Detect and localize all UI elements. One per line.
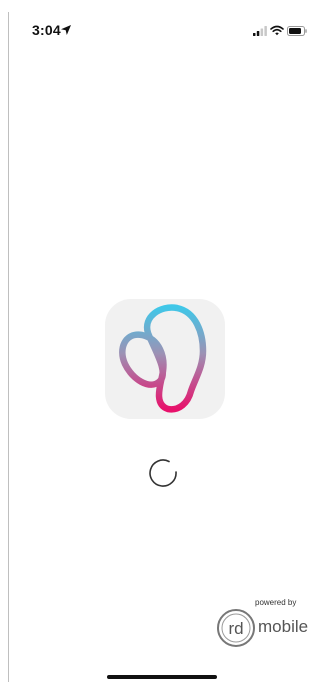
rdmobile-logo: rd mobile: [216, 608, 311, 650]
powered-by-label: powered by: [255, 598, 297, 607]
window-edge: [8, 12, 9, 682]
spinner-icon: [149, 459, 177, 487]
status-bar: 3:04: [0, 0, 311, 40]
logo-loop-icon: [119, 304, 207, 413]
splash-screen: 3:04 powered by rd mobile: [0, 0, 311, 682]
wifi-icon: [270, 25, 284, 36]
location-arrow-icon: [61, 25, 71, 35]
cellular-signal-icon: [253, 26, 267, 36]
logo-name-text: mobile: [258, 617, 309, 636]
status-time: 3:04: [32, 22, 61, 38]
logo-mark-text: rd: [228, 619, 244, 638]
home-indicator[interactable]: [107, 675, 217, 679]
battery-icon: [287, 26, 307, 36]
app-logo-icon: [105, 299, 225, 419]
